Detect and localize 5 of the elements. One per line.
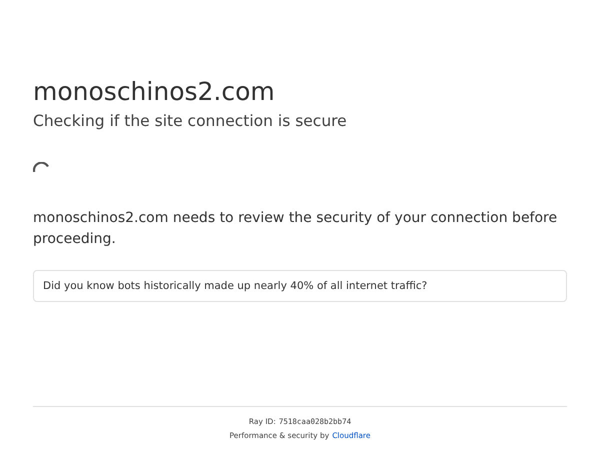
security-message: monoschinos2.com needs to review the security of your connection before proceeding.	[33, 209, 558, 249]
spinner-icon	[33, 162, 49, 172]
page-heading: monoschinos2.com	[33, 76, 276, 108]
page-subheading: Checking if the site connection is secure	[33, 111, 348, 132]
tip-card: Did you know bots historically made up nearly 40% of all internet traffic?	[33, 270, 567, 302]
